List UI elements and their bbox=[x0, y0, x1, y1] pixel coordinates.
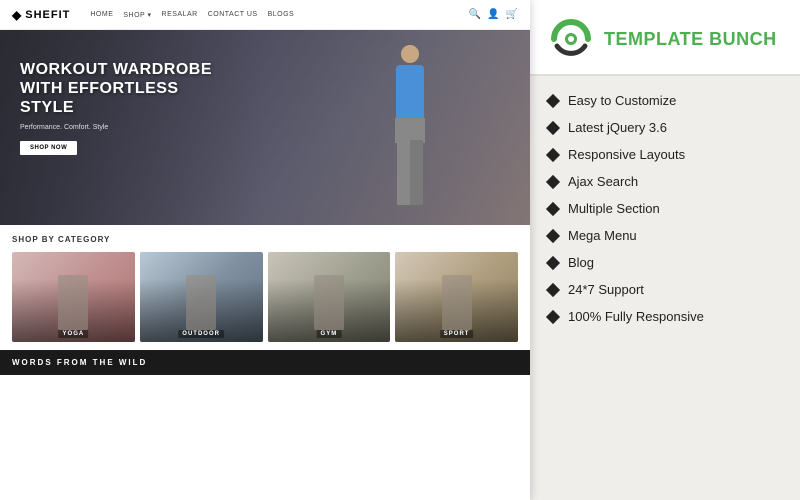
logo-v-icon: ◆ bbox=[12, 8, 22, 22]
diamond-icon-9 bbox=[546, 309, 560, 323]
category-outdoor[interactable]: OUTDOOR bbox=[140, 252, 263, 342]
sport-figure-inner bbox=[442, 275, 472, 330]
feature-text-9: 100% Fully Responsive bbox=[568, 309, 704, 324]
brand-logo bbox=[550, 18, 592, 60]
yoga-label: YOGA bbox=[59, 330, 89, 338]
brand-header: TEMPLATE BUNCH bbox=[530, 0, 800, 76]
website-preview: ◆ SHEFIT HOME SHOP ▾ RESALAR CONTACT US … bbox=[0, 0, 530, 500]
feature-text-4: Ajax Search bbox=[568, 174, 638, 189]
outdoor-figure-inner bbox=[186, 275, 216, 330]
right-panel: TEMPLATE BUNCH Easy to Customize Latest … bbox=[530, 0, 800, 500]
hero-person bbox=[340, 30, 480, 225]
hero-section: WORKOUT WARDROBE WITH EFFORTLESS STYLE P… bbox=[0, 30, 530, 225]
category-yoga[interactable]: YOGA bbox=[12, 252, 135, 342]
gym-figure bbox=[314, 275, 344, 330]
category-sport[interactable]: SPORT bbox=[395, 252, 518, 342]
nav-regular: RESALAR bbox=[162, 11, 198, 19]
sport-figure bbox=[442, 275, 472, 330]
gym-figure-inner bbox=[314, 275, 344, 330]
brand-name-part2: BUNCH bbox=[709, 29, 777, 49]
feature-text-5: Multiple Section bbox=[568, 201, 660, 216]
hero-title: WORKOUT WARDROBE WITH EFFORTLESS STYLE bbox=[20, 60, 220, 118]
outdoor-figure bbox=[186, 275, 216, 330]
bottom-strip: WORDS FROM THE WILD bbox=[0, 350, 530, 375]
person-torso bbox=[396, 65, 424, 120]
user-icon[interactable]: 👤 bbox=[487, 9, 499, 20]
brand-name-text: TEMPLATE BUNCH bbox=[604, 30, 777, 48]
features-list: Easy to Customize Latest jQuery 3.6 Resp… bbox=[530, 76, 800, 500]
nav-contact: CONTACT US bbox=[208, 11, 258, 19]
brand-logo-svg bbox=[550, 18, 592, 60]
outdoor-label: OUTDOOR bbox=[178, 330, 224, 338]
feature-item-5: Multiple Section bbox=[548, 196, 782, 221]
feature-item-7: Blog bbox=[548, 250, 782, 275]
feature-item-6: Mega Menu bbox=[548, 223, 782, 248]
category-title: SHOP BY CATEGORY bbox=[12, 235, 518, 244]
nav-blogs: BLOGS bbox=[268, 11, 295, 19]
logo-text: SHEFIT bbox=[25, 9, 70, 21]
feature-text-7: Blog bbox=[568, 255, 594, 270]
person-leg-left bbox=[397, 140, 410, 205]
brand-name-part1: TEMPLATE bbox=[604, 29, 709, 49]
site-logo: ◆ SHEFIT bbox=[12, 8, 70, 22]
hero-text: WORKOUT WARDROBE WITH EFFORTLESS STYLE P… bbox=[20, 60, 220, 155]
diamond-icon-8 bbox=[546, 282, 560, 296]
person-head bbox=[401, 45, 419, 63]
feature-text-8: 24*7 Support bbox=[568, 282, 644, 297]
bottom-title: WORDS FROM THE WILD bbox=[12, 358, 518, 367]
site-nav-icons: 🔍 👤 🛒 bbox=[469, 9, 518, 20]
diamond-icon-3 bbox=[546, 147, 560, 161]
diamond-icon-1 bbox=[546, 93, 560, 107]
feature-item-4: Ajax Search bbox=[548, 169, 782, 194]
feature-item-2: Latest jQuery 3.6 bbox=[548, 115, 782, 140]
diamond-icon-5 bbox=[546, 201, 560, 215]
person-silhouette bbox=[375, 40, 445, 215]
feature-item-8: 24*7 Support bbox=[548, 277, 782, 302]
feature-item-9: 100% Fully Responsive bbox=[548, 304, 782, 329]
feature-item-1: Easy to Customize bbox=[548, 88, 782, 113]
category-grid: YOGA OUTDOOR GYM SPORT bbox=[12, 252, 518, 342]
feature-text-6: Mega Menu bbox=[568, 228, 637, 243]
person-leg-right bbox=[410, 140, 423, 205]
feature-text-2: Latest jQuery 3.6 bbox=[568, 120, 667, 135]
yoga-figure bbox=[58, 275, 88, 330]
nav-home: HOME bbox=[90, 11, 113, 19]
category-gym[interactable]: GYM bbox=[268, 252, 391, 342]
hero-button[interactable]: Shop Now bbox=[20, 141, 77, 155]
diamond-icon-4 bbox=[546, 174, 560, 188]
feature-text-3: Responsive Layouts bbox=[568, 147, 685, 162]
hero-subtitle: Performance. Comfort. Style bbox=[20, 124, 220, 131]
feature-text-1: Easy to Customize bbox=[568, 93, 676, 108]
brand-name: TEMPLATE BUNCH bbox=[604, 30, 777, 48]
diamond-icon-7 bbox=[546, 255, 560, 269]
feature-item-3: Responsive Layouts bbox=[548, 142, 782, 167]
yoga-figure-inner bbox=[58, 275, 88, 330]
gym-label: GYM bbox=[317, 330, 342, 338]
site-nav-links: HOME SHOP ▾ RESALAR CONTACT US BLOGS bbox=[90, 11, 294, 19]
diamond-icon-6 bbox=[546, 228, 560, 242]
category-section: SHOP BY CATEGORY YOGA OUTDOOR GYM bbox=[0, 225, 530, 350]
sport-label: SPORT bbox=[440, 330, 474, 338]
diamond-icon-2 bbox=[546, 120, 560, 134]
cart-icon[interactable]: 🛒 bbox=[506, 9, 518, 20]
search-icon[interactable]: 🔍 bbox=[469, 9, 481, 20]
site-navbar: ◆ SHEFIT HOME SHOP ▾ RESALAR CONTACT US … bbox=[0, 0, 530, 30]
nav-shop: SHOP ▾ bbox=[123, 11, 151, 19]
